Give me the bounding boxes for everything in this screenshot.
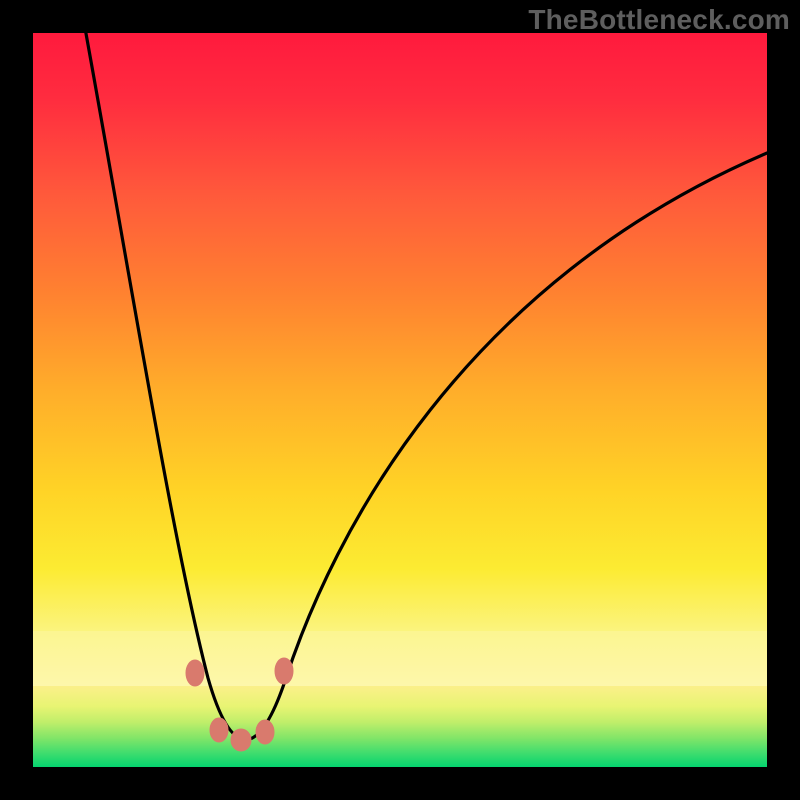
marker-dot	[231, 729, 251, 751]
marker-dot	[275, 658, 293, 684]
gradient-lower	[33, 686, 767, 767]
watermark-text: TheBottleneck.com	[528, 4, 790, 36]
chart-frame: TheBottleneck.com	[0, 0, 800, 800]
bottleneck-chart	[33, 33, 767, 767]
marker-dot	[186, 660, 204, 686]
marker-dot	[210, 718, 228, 742]
marker-dot	[256, 720, 274, 744]
gradient-band	[33, 631, 767, 693]
chart-svg	[33, 33, 767, 767]
